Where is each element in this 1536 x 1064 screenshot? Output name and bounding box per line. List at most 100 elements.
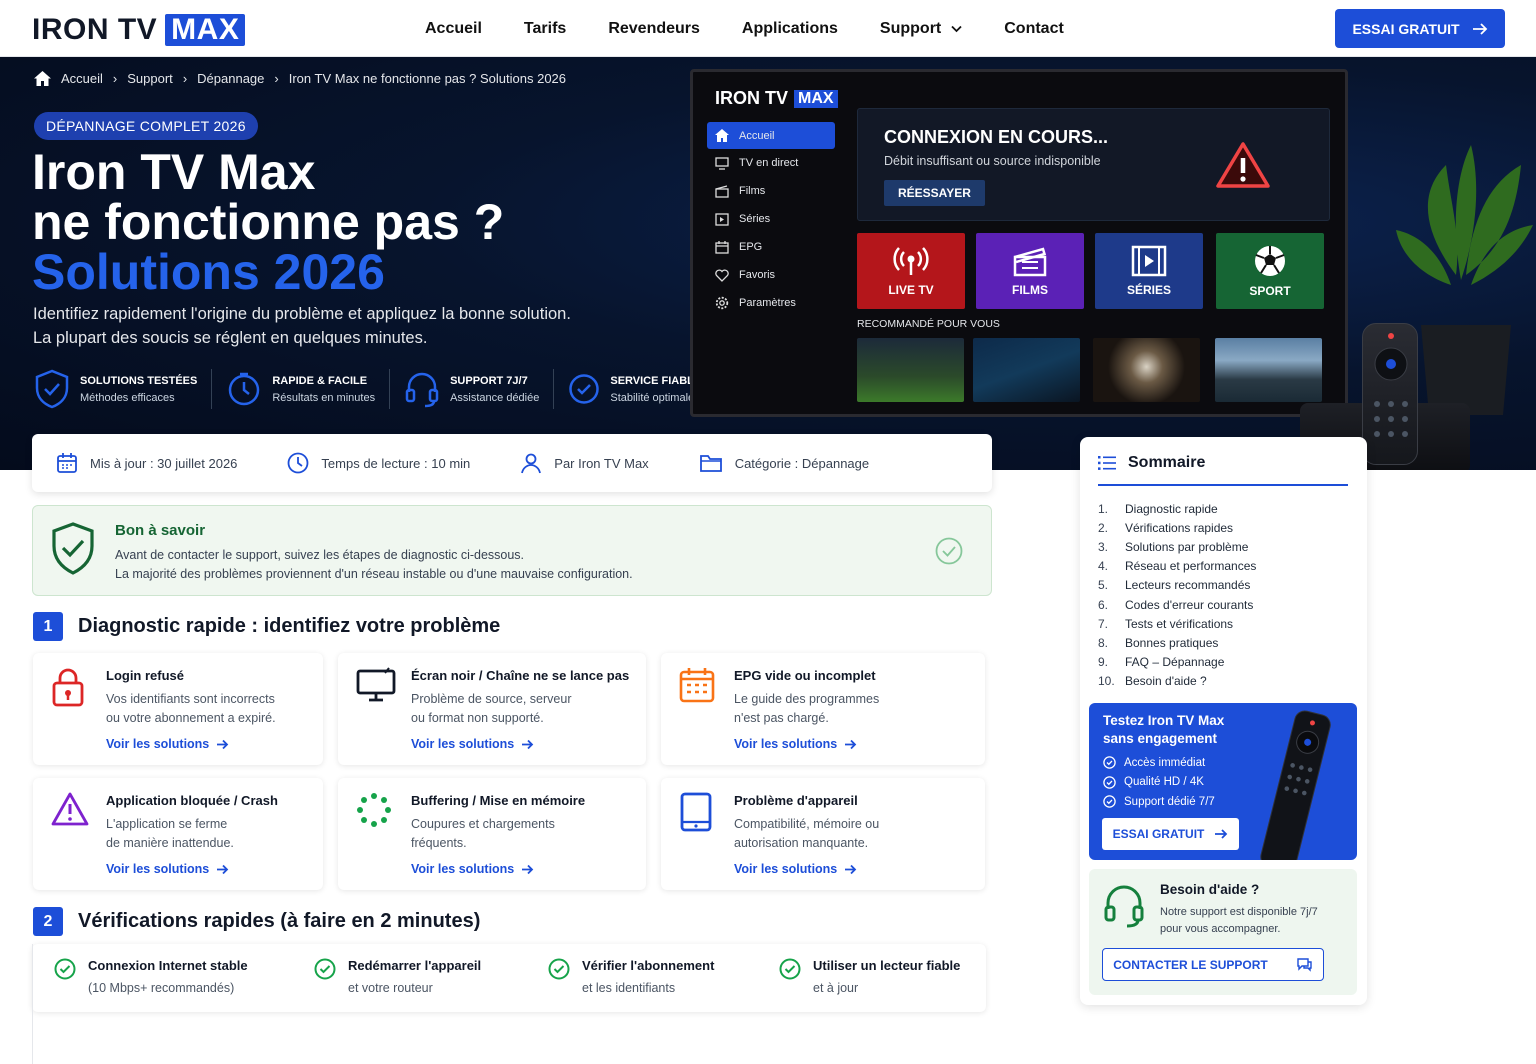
tv-menu-label: Accueil xyxy=(739,129,775,142)
article-meta-bar: Mis à jour : 30 juillet 2026 Temps de le… xyxy=(32,434,992,492)
breadcrumb-depannage[interactable]: Dépannage xyxy=(197,71,264,86)
thumbnail-football[interactable] xyxy=(857,338,964,402)
nav-item-accueil[interactable]: Accueil xyxy=(425,20,482,38)
tile-films[interactable]: FILMS xyxy=(976,233,1084,309)
toc-label: FAQ – Dépannage xyxy=(1125,655,1225,670)
toc-label: Réseau et performances xyxy=(1125,559,1257,574)
problem-card-device[interactable]: Problème d'appareil Compatibilité, mémoi… xyxy=(661,778,985,890)
card-desc-line: Problème de source, serveur xyxy=(411,692,572,706)
breadcrumb-support[interactable]: Support xyxy=(127,71,173,86)
promo-trial-button[interactable]: ESSAI GRATUIT xyxy=(1102,818,1239,850)
meta-category-text[interactable]: Catégorie : Dépannage xyxy=(735,456,869,471)
home-icon[interactable] xyxy=(34,71,51,86)
toc-item[interactable]: 10. Besoin d'aide ? xyxy=(1098,672,1358,691)
tv-menu-series[interactable]: Séries xyxy=(707,205,835,233)
check-circle-icon xyxy=(548,958,570,980)
free-trial-button[interactable]: ESSAI GRATUIT xyxy=(1335,9,1505,48)
card-desc: Problème de source, serveur ou format non… xyxy=(411,690,572,728)
thumbnail-mountains[interactable] xyxy=(1215,338,1322,402)
toc-num: 1. xyxy=(1098,501,1109,516)
toc-item[interactable]: 7. Tests et vérifications xyxy=(1098,614,1358,633)
card-link[interactable]: Voir les solutions xyxy=(734,862,857,876)
card-link-label: Voir les solutions xyxy=(734,737,838,751)
connection-subtitle: Débit insuffisant ou source indisponible xyxy=(884,154,1101,168)
notice-box: Bon à savoir Avant de contacter le suppo… xyxy=(32,505,992,596)
check-circle-icon xyxy=(569,374,600,404)
tv-menu-epg[interactable]: EPG xyxy=(707,233,835,261)
tv-menu-accueil[interactable]: Accueil xyxy=(707,122,835,149)
toc-label: Diagnostic rapide xyxy=(1125,501,1218,516)
divider xyxy=(32,1024,33,1064)
connection-title: CONNEXION EN COURS... xyxy=(884,127,1109,147)
toc-item[interactable]: 9. FAQ – Dépannage xyxy=(1098,653,1358,672)
feature-title: SUPPORT 7J/7 xyxy=(450,374,528,387)
thumbnail-action[interactable] xyxy=(973,338,1080,402)
toc-num: 3. xyxy=(1098,539,1109,554)
card-link[interactable]: Voir les solutions xyxy=(411,862,534,876)
problem-card-black-screen[interactable]: Écran noir / Chaîne ne se lance pas Prob… xyxy=(338,653,646,765)
nav-item-support[interactable]: Support xyxy=(880,20,962,38)
card-link[interactable]: Voir les solutions xyxy=(106,862,229,876)
card-link[interactable]: Voir les solutions xyxy=(411,737,534,751)
tv-menu-films[interactable]: Films xyxy=(707,177,835,205)
problem-card-login[interactable]: Login refusé Vos identifiants sont incor… xyxy=(33,653,323,765)
help-card: Besoin d'aide ? Notre support est dispon… xyxy=(1089,869,1357,995)
card-desc-line: fréquents. xyxy=(411,836,467,850)
section-number: 2 xyxy=(33,907,63,936)
card-title: Problème d'appareil xyxy=(734,793,858,808)
tv-menu-favoris[interactable]: Favoris xyxy=(707,261,835,289)
tv-menu-parametres[interactable]: Paramètres xyxy=(707,289,835,317)
toc-item[interactable]: 6. Codes d'erreur courants xyxy=(1098,595,1358,614)
tv-menu-label: Films xyxy=(739,185,766,197)
problem-card-epg[interactable]: EPG vide ou incomplet Le guide des progr… xyxy=(661,653,985,765)
toc-item[interactable]: 8. Bonnes pratiques xyxy=(1098,633,1358,652)
tile-sport[interactable]: SPORT xyxy=(1216,233,1324,309)
card-desc-line: ou format non supporté. xyxy=(411,711,544,725)
nav-item-revendeurs[interactable]: Revendeurs xyxy=(608,20,700,38)
problem-card-buffering[interactable]: Buffering / Mise en mémoire Coupures et … xyxy=(338,778,646,890)
retry-button[interactable]: RÉESSAYER xyxy=(884,180,985,206)
broadcast-icon xyxy=(893,247,929,275)
help-desc-line-1: Notre support est disponible 7j/7 xyxy=(1160,906,1318,918)
toc-item[interactable]: 2. Vérifications rapides xyxy=(1098,518,1358,537)
toc-item[interactable]: 5. Lecteurs recommandés xyxy=(1098,576,1358,595)
tv-menu-live[interactable]: TV en direct xyxy=(707,149,835,177)
toc-item[interactable]: 4. Réseau et performances xyxy=(1098,557,1358,576)
card-link-label: Voir les solutions xyxy=(106,737,210,751)
toc-item[interactable]: 1. Diagnostic rapide xyxy=(1098,499,1358,518)
recommended-heading: RECOMMANDÉ POUR VOUS xyxy=(857,318,1000,330)
contact-support-button[interactable]: CONTACTER LE SUPPORT xyxy=(1102,948,1324,981)
tile-series[interactable]: SÉRIES xyxy=(1095,233,1203,309)
meta-author-text[interactable]: Par Iron TV Max xyxy=(554,456,648,471)
breadcrumb: Accueil › Support › Dépannage › Iron TV … xyxy=(34,71,566,86)
card-desc: Coupures et chargements fréquents. xyxy=(411,815,555,853)
card-title: EPG vide ou incomplet xyxy=(734,668,876,683)
thumbnail-space[interactable] xyxy=(1093,338,1200,402)
tile-label: SPORT xyxy=(1249,284,1291,298)
chat-bubble-icon xyxy=(1297,958,1312,972)
toc-underline xyxy=(1098,484,1348,486)
site-logo[interactable]: IRON TV MAX xyxy=(32,13,246,47)
feature-sub: Assistance dédiée xyxy=(450,391,540,404)
card-link-label: Voir les solutions xyxy=(106,862,210,876)
breadcrumb-separator: › xyxy=(274,71,279,86)
check-item: Vérifier l'abonnement et les identifiants xyxy=(548,958,714,995)
problem-card-crash[interactable]: Application bloquée / Crash L'applicatio… xyxy=(33,778,323,890)
notice-line-1: Avant de contacter le support, suivez le… xyxy=(115,548,525,562)
breadcrumb-accueil[interactable]: Accueil xyxy=(61,71,103,86)
card-title: Application bloquée / Crash xyxy=(106,793,278,808)
card-desc-line: ou votre abonnement a expiré. xyxy=(106,711,276,725)
card-link[interactable]: Voir les solutions xyxy=(734,737,857,751)
toc-item[interactable]: 3. Solutions par problème xyxy=(1098,537,1358,556)
toc-label: Solutions par problème xyxy=(1125,539,1249,554)
tv-menu-label: Favoris xyxy=(739,269,776,281)
toc-num: 6. xyxy=(1098,597,1109,612)
nav-item-applications[interactable]: Applications xyxy=(742,20,838,38)
nav-item-tarifs[interactable]: Tarifs xyxy=(524,20,566,38)
nav-item-contact[interactable]: Contact xyxy=(1004,20,1064,38)
card-link[interactable]: Voir les solutions xyxy=(106,737,229,751)
tile-live-tv[interactable]: LIVE TV xyxy=(857,233,965,309)
tv-sidebar-menu: Accueil TV en direct Films Séries EPG Fa… xyxy=(707,122,835,317)
toc-heading: Sommaire xyxy=(1098,454,1205,472)
title-line-2: ne fonctionne pas ? xyxy=(32,194,505,250)
